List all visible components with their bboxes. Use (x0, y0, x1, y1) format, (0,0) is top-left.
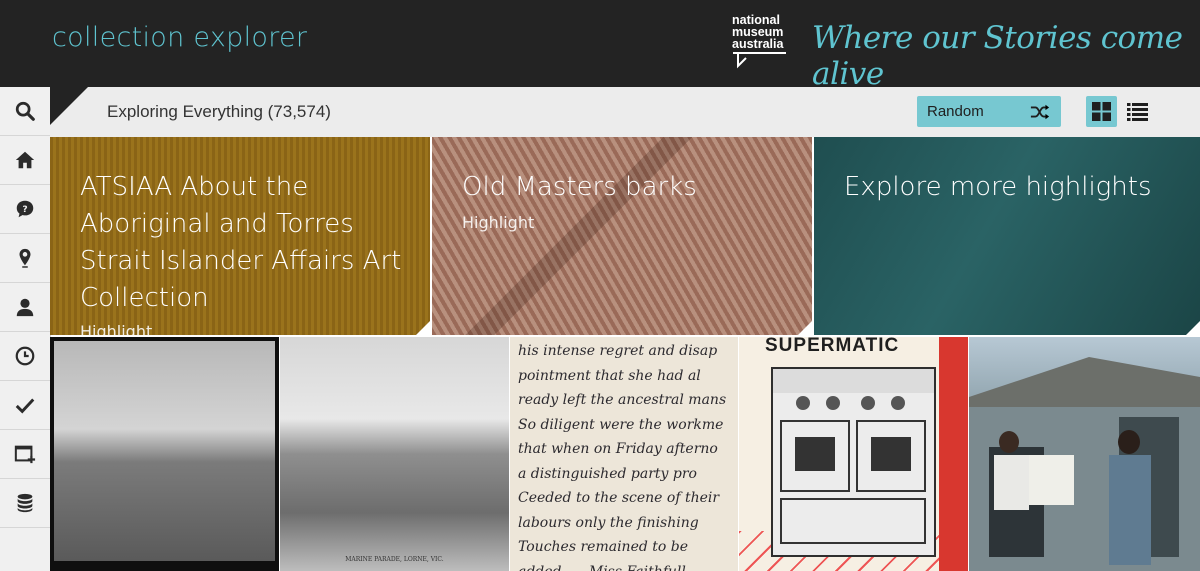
sidebar: ? (0, 87, 51, 571)
list-view-icon (1127, 103, 1148, 121)
feature-subtitle: Highlight (80, 322, 153, 335)
comment-question-icon: ? (16, 200, 34, 218)
corner-decoration (50, 87, 88, 125)
search-icon (15, 101, 35, 121)
feature-tile-atsiaa[interactable]: ATSIAA About the Aboriginal and Torres S… (50, 137, 430, 335)
feature-subtitle: Highlight (462, 213, 535, 232)
handwritten-line: added. — Miss Faithfull, (518, 560, 726, 571)
svg-text:?: ? (22, 204, 27, 215)
list-view-button[interactable] (1122, 96, 1153, 127)
nma-logo[interactable]: national museum australia (732, 14, 792, 72)
handwritten-line: pointment that she had al (518, 367, 701, 384)
thumbnail-supermatic-stove-ad[interactable]: SUPERMATIC (739, 337, 968, 571)
thumbnail-grassland-photo[interactable] (50, 337, 279, 571)
speech-bubble-icon (733, 52, 786, 69)
sidebar-questions-button[interactable]: ? (0, 185, 50, 234)
grid-view-icon (1092, 102, 1111, 121)
thumbnail-marine-parade-postcard[interactable]: MARINE PARADE, LORNE, VIC. (280, 337, 509, 571)
stove-illustration (771, 367, 936, 557)
feature-title: ATSIAA About the Aboriginal and Torres S… (80, 169, 401, 317)
thumbnail-handwritten-letter[interactable]: his intense regret and disap pointment t… (510, 337, 738, 571)
feature-title: Explore more highlights (844, 172, 1152, 202)
checkmark-icon (15, 398, 35, 414)
sort-random-button[interactable]: Random (917, 96, 1061, 127)
feature-tile-explore-highlights[interactable]: Explore more highlights (814, 137, 1200, 335)
person-icon (16, 298, 34, 317)
red-panel (939, 337, 968, 571)
sidebar-home-button[interactable] (0, 136, 50, 185)
thumbnail-people-outside-building[interactable] (969, 337, 1200, 571)
shuffle-icon (1030, 104, 1050, 120)
sort-random-label: Random (927, 103, 984, 120)
feature-title: Old Masters barks (462, 172, 697, 202)
handwritten-line: Ceeded to the scene of their (518, 490, 720, 506)
feature-tile-old-masters-barks[interactable]: Old Masters barks Highlight (432, 137, 812, 335)
handwritten-line: that when on Friday afterno (518, 441, 718, 457)
handwritten-line: ready left the ancestral mans (518, 392, 727, 408)
handwritten-line: a distinguished party pro (518, 465, 697, 482)
sidebar-time-button[interactable] (0, 332, 50, 381)
map-pin-icon (19, 248, 31, 268)
corner-fold (416, 321, 430, 335)
explore-count-label: Exploring Everything (73,574) (107, 102, 331, 121)
add-window-icon (14, 445, 36, 464)
corner-fold (1186, 321, 1200, 335)
sidebar-people-button[interactable] (0, 283, 50, 332)
toolbar: Exploring Everything (73,574) Random (50, 87, 1200, 137)
corner-fold (798, 321, 812, 335)
database-icon (17, 493, 33, 513)
feature-title-line: ATSIAA About the (80, 172, 309, 202)
feature-title-line: Aboriginal and Torres (80, 209, 354, 239)
sidebar-search-button[interactable] (0, 87, 50, 136)
handwritten-line: So diligent were the workme (518, 416, 724, 433)
tagline: Where our Stories come alive (812, 20, 1183, 92)
ad-brand: SUPERMATIC (765, 337, 900, 356)
clock-icon (15, 346, 35, 366)
handwritten-text: his intense regret and disap pointment t… (518, 339, 726, 571)
photo-people-building (969, 357, 1200, 571)
photo-grassland (54, 341, 275, 561)
stove-details (773, 369, 934, 544)
app-title[interactable]: collection explorer (52, 22, 307, 53)
postcard-caption: MARINE PARADE, LORNE, VIC. (345, 556, 444, 563)
feature-title-line: Collection (80, 283, 209, 313)
handwritten-line: Touches remained to be (518, 539, 689, 555)
sidebar-places-button[interactable] (0, 234, 50, 283)
sidebar-add-collection-button[interactable] (0, 430, 50, 479)
handwritten-line: labours only the finishing (518, 514, 699, 531)
grid-view-button[interactable] (1086, 96, 1117, 127)
sidebar-data-button[interactable] (0, 479, 50, 528)
feature-title-line: Strait Islander Affairs Art (80, 246, 402, 276)
sidebar-checked-button[interactable] (0, 381, 50, 430)
site-header: collection explorer national museum aust… (0, 0, 1200, 92)
handwritten-line: his intense regret and disap (518, 343, 718, 359)
logo-line-3: australia (732, 37, 784, 51)
home-icon (15, 151, 35, 169)
